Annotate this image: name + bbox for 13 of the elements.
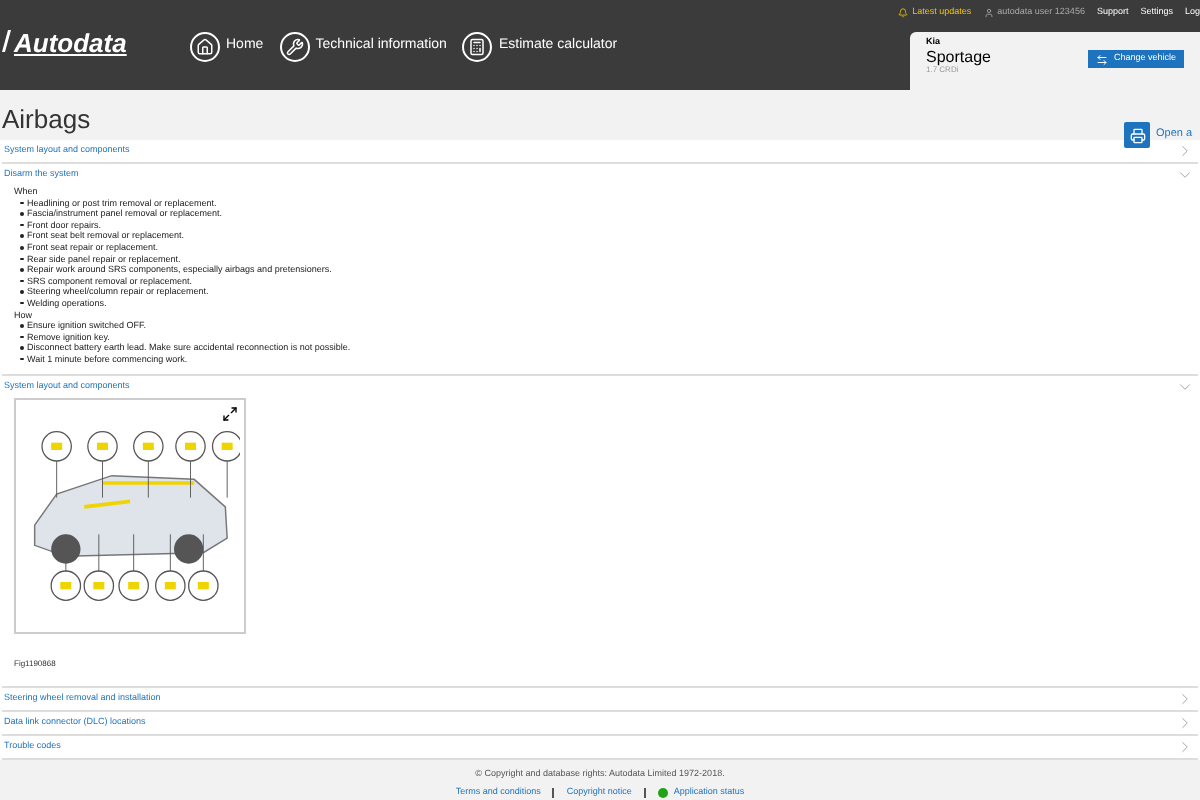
slash-icon [2,30,12,52]
calculator-icon [462,32,493,62]
expand-icon[interactable] [222,405,238,421]
print-button[interactable] [1124,122,1150,148]
home-icon [190,32,220,62]
vehicle-model: Sportage [926,49,991,65]
user-icon [983,7,994,18]
swap-icon [1095,53,1108,65]
printer-icon [1129,127,1145,143]
wrench-icon [279,32,310,62]
logo[interactable]: Autodata [14,30,127,56]
page-title: Airbags [2,102,91,138]
bell-icon [898,7,909,18]
